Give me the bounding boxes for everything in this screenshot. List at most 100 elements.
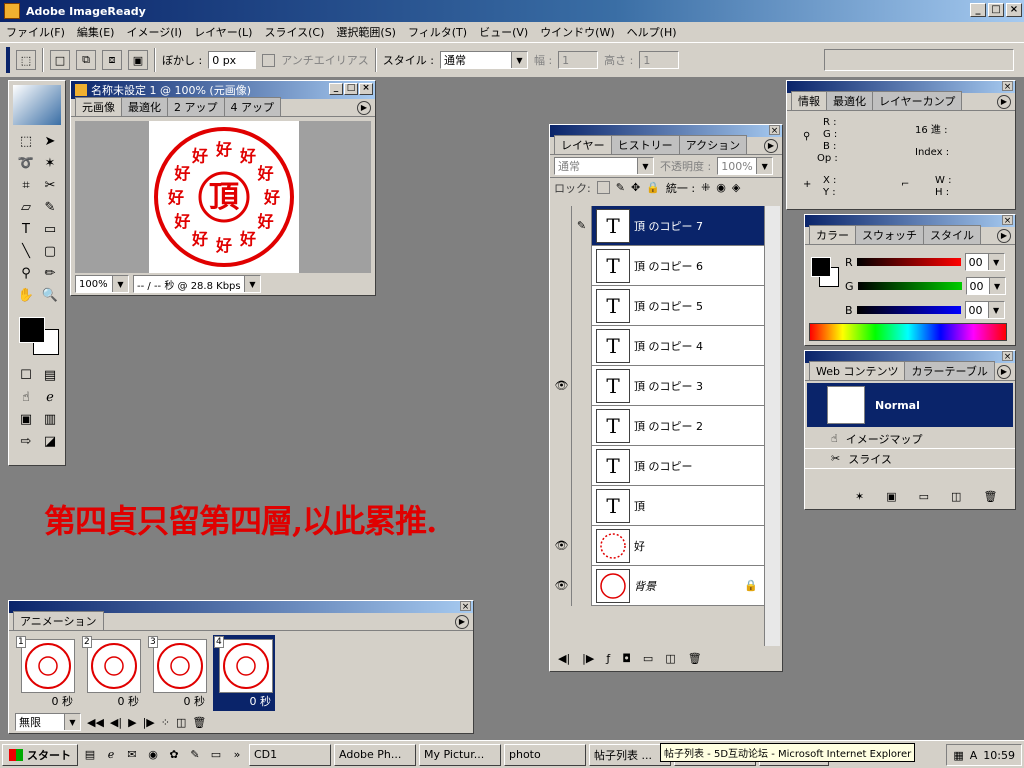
media-icon[interactable]: ◉ <box>144 746 162 764</box>
close-icon[interactable]: × <box>460 601 471 612</box>
outlook-icon[interactable]: ✉ <box>123 746 141 764</box>
foreground-color[interactable] <box>19 317 45 343</box>
feather-input[interactable]: 0 px <box>208 51 257 69</box>
frame-delay[interactable]: 0 秒 <box>184 693 206 709</box>
green-value-field[interactable]: 00 ▼ <box>965 277 1006 295</box>
eyedropper-icon[interactable]: ⚲ <box>15 263 37 283</box>
tab-2up[interactable]: 2 アップ <box>167 97 225 116</box>
marquee-icon[interactable]: ⬚ <box>15 131 37 151</box>
new-rollover-icon[interactable]: ✶ <box>855 490 864 503</box>
pencil-icon[interactable]: ✏ <box>39 263 61 283</box>
blue-slider[interactable] <box>856 306 961 314</box>
link-toggle[interactable] <box>572 445 592 486</box>
trash-icon[interactable]: 🗑 <box>983 490 997 503</box>
menu-select[interactable]: 選択範囲(S) <box>330 24 402 40</box>
layer-row[interactable]: ✎ T 頂 のコピー 7 <box>552 206 766 246</box>
add-selection-icon[interactable]: ⧉ <box>76 50 96 70</box>
rounded-rect-icon[interactable]: ▢ <box>39 241 61 261</box>
link-toggle[interactable] <box>572 245 592 286</box>
frame-delay[interactable]: 0 秒 <box>250 693 272 709</box>
jump-photoshop-icon[interactable]: ⇨ <box>15 431 37 451</box>
panel-menu-icon[interactable]: ▶ <box>455 615 469 629</box>
tab-optimize[interactable]: 最適化 <box>826 91 873 110</box>
brush-icon[interactable]: ✎ <box>39 197 61 217</box>
prev-frame-icon[interactable]: ◀| <box>110 716 122 729</box>
preview-browser-icon[interactable]: ℯ <box>39 387 61 407</box>
opacity-select[interactable]: 100% ▼ <box>717 157 774 175</box>
imageready-logo[interactable] <box>13 85 61 125</box>
layer-mask-icon[interactable]: ◘ <box>622 652 631 665</box>
close-icon[interactable]: × <box>769 125 780 136</box>
style-select[interactable]: 通常 ▼ <box>439 51 528 69</box>
visibility-toggle[interactable] <box>552 445 572 486</box>
tab-actions[interactable]: アクション <box>678 135 748 154</box>
rollover-icon[interactable]: ☝ <box>15 387 37 407</box>
panel-menu-icon[interactable]: ▶ <box>997 95 1011 109</box>
blend-mode-select[interactable]: 通常 ▼ <box>554 157 654 175</box>
doc-close-button[interactable]: × <box>359 83 373 95</box>
zoom-icon[interactable]: 🔍 <box>39 285 61 305</box>
folder-icon[interactable]: ▭ <box>207 746 225 764</box>
layer-row[interactable]: 👁 好 <box>552 525 766 566</box>
start-button[interactable]: スタート <box>2 743 78 766</box>
link-toggle[interactable]: ✎ <box>572 206 592 246</box>
taskbar-item-my-pictures[interactable]: My Pictur... <box>419 743 501 766</box>
web-item-image-map[interactable]: ☝ イメージマップ <box>805 429 1015 449</box>
lasso-icon[interactable]: ➰ <box>15 153 37 173</box>
lock-pixels-icon[interactable]: ✎ <box>616 181 625 194</box>
move-icon[interactable]: ➤ <box>39 131 61 151</box>
more-icon[interactable]: » <box>228 746 246 764</box>
subtract-selection-icon[interactable]: ⧈ <box>102 50 122 70</box>
layer-row[interactable]: T 頂 のコピー <box>552 445 766 486</box>
visibility-toggle[interactable] <box>552 285 572 326</box>
menu-view[interactable]: ビュー(V) <box>473 24 534 40</box>
lock-transparency-checkbox[interactable] <box>596 181 610 194</box>
color-fg-swatch[interactable] <box>811 257 831 277</box>
layer-row[interactable]: 👁 背景 🔒 <box>552 565 766 606</box>
frame-delay[interactable]: 0 秒 <box>52 693 74 709</box>
image-map-icon[interactable]: ☐ <box>15 365 37 385</box>
tab-layer-comps[interactable]: レイヤーカンプ <box>872 91 963 110</box>
width-input[interactable]: 1 <box>558 51 599 69</box>
menu-help[interactable]: ヘルプ(H) <box>621 24 683 40</box>
type-icon[interactable]: T <box>15 219 37 239</box>
lock-position-icon[interactable]: ✥ <box>631 181 640 194</box>
link-toggle[interactable] <box>572 365 592 406</box>
menu-file[interactable]: ファイル(F) <box>0 24 71 40</box>
tab-color-table[interactable]: カラーテーブル <box>904 361 995 380</box>
fullscreen-mode-icon[interactable]: ▥ <box>39 409 61 429</box>
red-slider[interactable] <box>856 258 961 266</box>
link-toggle[interactable] <box>572 525 592 566</box>
taskbar-item-photo[interactable]: photo <box>504 743 586 766</box>
new-folder-icon[interactable]: ▭ <box>643 652 653 665</box>
menu-window[interactable]: ウインドウ(W) <box>534 24 620 40</box>
taskbar-item-cd1[interactable]: CD1 <box>249 743 331 766</box>
animation-frame[interactable]: 1 0 秒 <box>15 635 77 711</box>
zoom-select[interactable]: 100% ▼ <box>75 275 129 293</box>
link-toggle[interactable] <box>572 565 592 606</box>
layers-scrollbar[interactable] <box>764 206 780 646</box>
eraser-icon[interactable]: ▱ <box>15 197 37 217</box>
network-icon[interactable]: ▦ <box>953 749 963 762</box>
color-spectrum[interactable] <box>809 323 1007 341</box>
antialias-checkbox[interactable] <box>262 53 276 67</box>
minimize-button[interactable]: _ <box>970 3 986 17</box>
next-frame-icon[interactable]: |▶ <box>143 716 155 729</box>
tab-color[interactable]: カラー <box>809 225 856 244</box>
intersect-selection-icon[interactable]: ▣ <box>128 50 148 70</box>
tab-optimized[interactable]: 最適化 <box>121 97 168 116</box>
height-input[interactable]: 1 <box>639 51 680 69</box>
unify-style-icon[interactable]: ◈ <box>732 181 740 194</box>
ie-icon[interactable]: ℯ <box>102 746 120 764</box>
tab-layers[interactable]: レイヤー <box>554 135 612 154</box>
close-icon[interactable]: × <box>1002 215 1013 226</box>
visibility-toggle[interactable]: 👁 <box>552 565 572 606</box>
link-toggle[interactable] <box>572 485 592 526</box>
animation-frame[interactable]: 2 0 秒 <box>81 635 143 711</box>
play-icon[interactable]: ▶ <box>128 716 136 729</box>
visibility-toggle[interactable] <box>552 325 572 366</box>
panel-menu-icon[interactable]: ▶ <box>764 139 778 153</box>
visibility-toggle[interactable] <box>552 405 572 446</box>
layer-row[interactable]: T 頂 のコピー 6 <box>552 245 766 286</box>
close-icon[interactable]: × <box>1002 351 1013 362</box>
